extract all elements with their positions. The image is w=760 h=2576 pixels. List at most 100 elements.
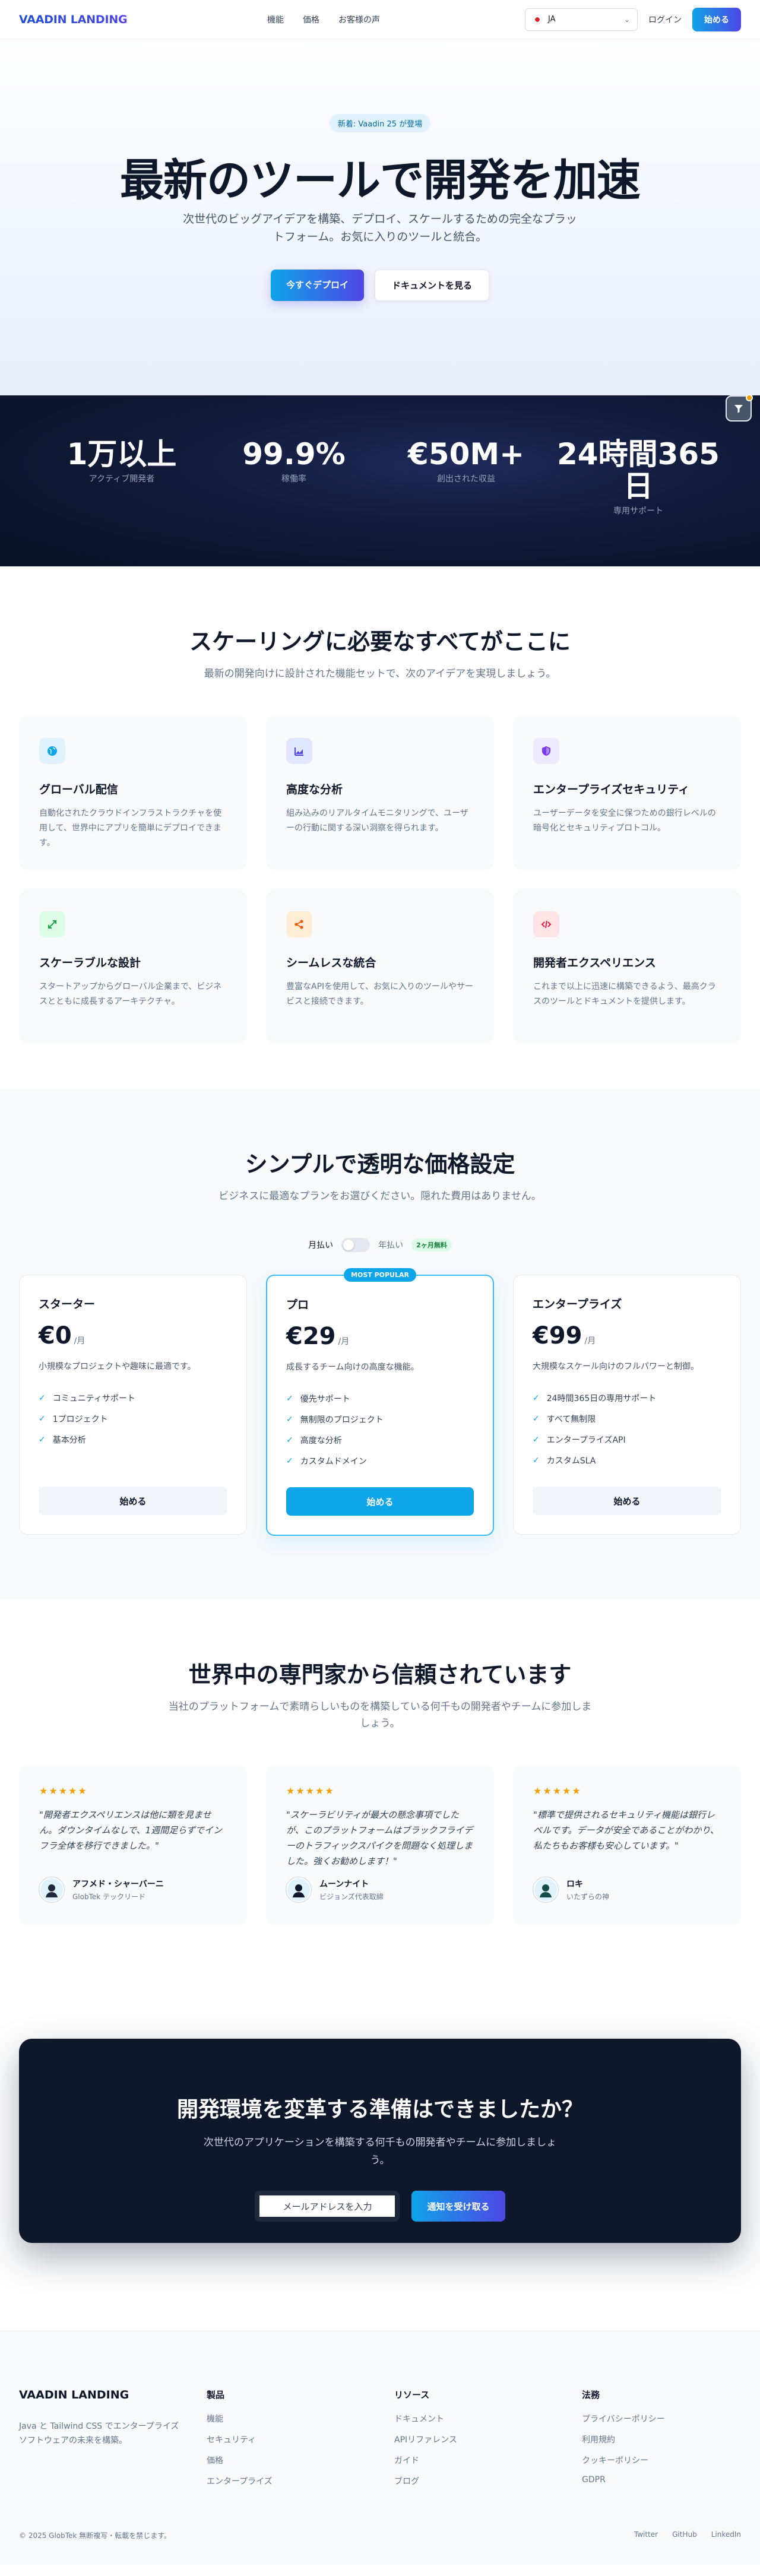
filter-button[interactable] [726,394,753,422]
nav-link-features[interactable]: 機能 [267,14,284,26]
linkedin-link[interactable]: LinkedIn [711,2530,741,2540]
cta-subtitle: 次世代のアプリケーションを構築する何千もの開発者やチームに参加しましょう。 [203,2137,557,2166]
star-rating: ★★★★★ [286,1785,335,1796]
billing-toggle-group: 月払い 年払い 2ヶ月無料 [0,1238,760,1252]
plan-name: エンタープライズ [533,1298,622,1311]
footer-logo[interactable]: VAADIN LANDING [19,2388,207,2401]
feature-description: これまで以上に迅速に構築できるよう、最高クラスのツールとドキュメントを提供します… [533,982,716,1006]
features-title: スケーリングに必要なすべてがここに [189,629,571,655]
view-docs-button[interactable]: ドキュメントを見る [375,270,490,301]
billing-toggle[interactable] [341,1238,370,1252]
github-link[interactable]: GitHub [672,2530,697,2540]
testimonial-card: ★★★★★ "開発者エクスペリエンスは他に類を見ません。ダウンタイムなしで、1週… [19,1765,247,1925]
pricing-plans: スターター €0/月 小規模なプロジェクトや趣味に最適です。 ✓ コミュニティサポ… [19,1268,741,1536]
star-rating: ★★★★★ [39,1785,88,1796]
social-links: Twitter GitHub LinkedIn [634,2530,741,2540]
japan-flag-icon [533,14,542,24]
price-amount: €29 [286,1323,336,1350]
footer-link[interactable]: クッキーポリシー [582,2456,648,2466]
announcement-badge[interactable]: 新着: Vaadin 25 が登場 [329,114,431,132]
features-grid: グローバル配信 自動化されたクラウドインフラストラクチャを使用して、世界中にアプ… [19,715,741,1043]
footer-links: ドキュメント APIリファレンス ガイド ブログ [394,2413,582,2496]
footer-column-product: 製品 機能 セキュリティ 価格 エンタープライズ [207,2388,394,2496]
get-started-button[interactable]: 始める [692,7,741,31]
feature-card: グローバル配信 自動化されたクラウドインフラストラクチャを使用して、世界中にアプ… [19,715,247,870]
footer-link[interactable]: ブログ [394,2477,419,2486]
stat-uptime: 99.9% 稼働率 [208,438,380,566]
plan-feature-label: 高度な分析 [300,1436,342,1446]
author-name: ロキ [566,1880,583,1889]
footer-heading: 法務 [582,2390,600,2400]
plan-start-button[interactable]: 始める [39,1487,227,1515]
feature-card: シームレスな統合 豊富なAPIを使用して、お気に入りのツールやサービスと接続でき… [266,889,494,1043]
footer-link[interactable]: プライバシーポリシー [582,2415,665,2424]
footer-brand: VAADIN LANDING Java と Tailwind CSS でエンター… [19,2388,207,2496]
plan-feature-label: エンタープライズAPI [546,1435,626,1445]
footer-link[interactable]: セキュリティ [207,2435,256,2445]
check-icon: ✓ [39,1393,46,1403]
stat-label: 専用サポート [613,506,663,516]
logo[interactable]: VAADIN LANDING [19,13,128,26]
notify-button[interactable]: 通知を受け取る [411,2191,505,2222]
hero-subtitle: 次世代のビッグアイデアを構築、デプロイ、スケールするための完全なプラットフォーム… [183,213,577,243]
most-popular-badge: MOST POPULAR [344,1268,416,1282]
nav-link-testimonials[interactable]: お客様の声 [338,14,380,26]
plan-description: 大規模なスケール向けのフルパワーと制御。 [533,1362,699,1371]
plan-start-button[interactable]: 始める [286,1487,474,1516]
footer-link[interactable]: APIリファレンス [394,2435,457,2445]
hero-section: 新着: Vaadin 25 が登場 最新のツールで開発を加速 次世代のビッグアイ… [0,39,760,395]
plan-feature: ✓ 優先サポート [286,1388,474,1409]
footer-link[interactable]: ガイド [394,2456,419,2466]
plan-feature-label: 24時間365日の専用サポート [546,1393,657,1403]
footer-tagline: Java と Tailwind CSS でエンタープライズソフトウェアの未来を構… [19,2422,179,2445]
star-rating: ★★★★★ [533,1785,582,1796]
author-role: GlobTek テックリード [72,1893,146,1901]
language-select[interactable]: JA ⌄ [525,8,638,31]
stat-developers: 1万以上 アクティブ開発者 [36,438,208,566]
cta-title: 開発環境を変革する準備はできましたか？ [176,2097,583,2122]
chart-icon [286,738,312,764]
stat-value: 99.9% [242,437,346,471]
feature-card: スケーラブルな設計 スタートアップからグローバル企業まで、ビジネスとともに成長す… [19,889,247,1043]
footer-link[interactable]: 機能 [207,2415,223,2424]
footer-heading: 製品 [207,2390,225,2400]
login-link[interactable]: ログイン [648,14,682,26]
feature-title: 高度な分析 [286,783,343,796]
twitter-link[interactable]: Twitter [634,2530,658,2540]
deploy-now-button[interactable]: 今すぐデプロイ [270,270,364,301]
footer-link[interactable]: GDPR [582,2475,606,2485]
footer-link[interactable]: 価格 [207,2456,223,2466]
plan-features: ✓ コミュニティサポート ✓ 1プロジェクト ✓ 基本分析 [39,1387,227,1450]
footer-links: プライバシーポリシー 利用規約 クッキーポリシー GDPR [582,2413,760,2496]
testimonials-section: 世界中の専門家から信頼されています 当社のプラットフォームで素晴らしいものを構築… [0,1599,760,1991]
nav-links: 機能 価格 お客様の声 [267,14,380,26]
check-icon: ✓ [286,1414,293,1424]
footer-grid: VAADIN LANDING Java と Tailwind CSS でエンター… [19,2388,741,2496]
plan-feature-label: コミュニティサポート [52,1393,135,1403]
email-input[interactable]: メールアドレスを入力 [255,2191,400,2222]
footer-link[interactable]: 利用規約 [582,2435,615,2445]
plan-description: 小規模なプロジェクトや趣味に最適です。 [39,1362,196,1371]
check-icon: ✓ [533,1455,540,1465]
author-role: いたずらの神 [566,1893,610,1901]
testimonial-quote: "標準で提供されるセキュリティ機能は銀行レベルです。データが安全であることがわか… [533,1810,719,1851]
feature-title: スケーラブルな設計 [39,956,141,969]
footer-bottom: © 2025 GlobTek 無断複写・転載を禁じます。 Twitter Git… [19,2530,741,2540]
footer-link[interactable]: ドキュメント [394,2415,444,2424]
plan-start-button[interactable]: 始める [533,1487,721,1515]
nav-link-pricing[interactable]: 価格 [303,14,319,26]
plan-price: €0/月 [39,1322,227,1349]
plan-feature-label: カスタムSLA [546,1456,596,1466]
plan-feature: ✓ エンタープライズAPI [533,1429,721,1450]
share-icon [286,911,312,937]
top-navbar: VAADIN LANDING 機能 価格 お客様の声 JA ⌄ ログイン 始める [0,0,760,39]
plan-name: プロ [286,1298,309,1311]
plan-feature-label: 1プロジェクト [52,1414,108,1424]
avatar [533,1877,558,1902]
footer-column-legal: 法務 プライバシーポリシー 利用規約 クッキーポリシー GDPR [582,2388,760,2496]
check-icon: ✓ [286,1435,293,1445]
copyright: © 2025 GlobTek 無断複写・転載を禁じます。 [19,2531,171,2540]
footer-link[interactable]: エンタープライズ [207,2477,273,2486]
testimonial-quote: "開発者エクスペリエンスは他に類を見ません。ダウンタイムなしで、1週間足らずでイ… [39,1810,222,1851]
yearly-label: 年払い [378,1241,404,1250]
